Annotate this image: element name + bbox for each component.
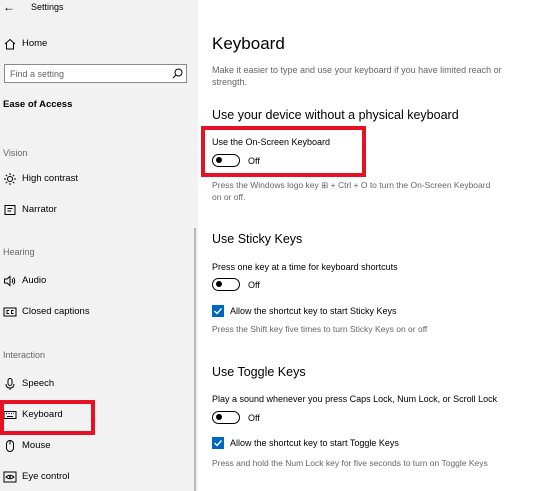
back-arrow-icon[interactable]: ← (3, 0, 15, 14)
osk-hint: Press the Windows logo key ⊞ + Ctrl + O … (212, 180, 491, 202)
nav-high-contrast-label: High contrast (22, 173, 78, 184)
mouse-icon (6, 440, 14, 452)
nav-home[interactable]: Home (0, 31, 198, 57)
nav-speech[interactable]: Speech (0, 371, 198, 397)
section-title: Ease of Access (3, 99, 73, 110)
nav-speech-label: Speech (22, 378, 55, 389)
nav-eye-control[interactable]: Eye control (0, 464, 198, 490)
checkmark-icon (214, 308, 223, 315)
nav-closed-captions-label: Closed captions (22, 306, 90, 317)
toggle-keys-hint: Press and hold the Num Lock key for five… (212, 458, 488, 468)
nav-mouse-label: Mouse (22, 440, 51, 451)
toggle-keys-heading: Use Toggle Keys (212, 365, 306, 379)
toggle-knob (216, 281, 222, 287)
sticky-toggle[interactable] (212, 278, 240, 291)
page-title: Keyboard (212, 34, 285, 53)
osk-heading: Use your device without a physical keybo… (212, 108, 459, 122)
nav-audio-label: Audio (22, 275, 47, 286)
nav-closed-captions[interactable]: Closed captions (0, 299, 198, 325)
toggle-keys-label: Play a sound whenever you press Caps Loc… (212, 394, 498, 404)
narrator-icon (4, 205, 16, 215)
group-hearing: Hearing (3, 247, 35, 257)
group-vision: Vision (3, 148, 28, 158)
toggle-keys-checkbox[interactable] (212, 437, 224, 449)
speaker-icon (4, 275, 16, 287)
home-icon (4, 38, 16, 50)
search-icon[interactable] (171, 67, 184, 80)
checkmark-icon (214, 440, 223, 447)
nav-eye-control-label: Eye control (22, 471, 70, 482)
group-interaction: Interaction (3, 350, 46, 360)
highlight-keyboard-box (0, 400, 95, 435)
search-placeholder: Find a setting (10, 69, 65, 79)
nav-audio[interactable]: Audio (0, 268, 198, 294)
cc-icon (3, 307, 17, 317)
sticky-checkbox-label: Allow the shortcut key to start Sticky K… (230, 306, 397, 316)
sticky-hint: Press the Shift key five times to turn S… (212, 324, 428, 334)
highlight-osk-box (201, 126, 366, 177)
nav-narrator[interactable]: Narrator (0, 197, 198, 223)
sticky-heading: Use Sticky Keys (212, 232, 303, 246)
nav-home-label: Home (22, 38, 48, 49)
nav-narrator-label: Narrator (22, 204, 57, 215)
sticky-label: Press one key at a time for keyboard sho… (212, 262, 398, 272)
toggle-keys-toggle[interactable] (212, 411, 240, 424)
eye-icon (3, 471, 17, 483)
sticky-checkbox[interactable] (212, 305, 224, 317)
toggle-keys-toggle-state: Off (248, 413, 260, 423)
sticky-toggle-state: Off (248, 280, 260, 290)
nav-high-contrast[interactable]: High contrast (0, 166, 198, 192)
search-input[interactable]: Find a setting (4, 64, 187, 83)
main-content: Keyboard Make it easier to type and use … (198, 0, 554, 491)
title-bar: ← Settings (0, 0, 198, 18)
brightness-icon (4, 173, 16, 185)
nav-mouse[interactable]: Mouse (0, 433, 198, 459)
toggle-knob (216, 414, 222, 420)
app-title: Settings (31, 2, 64, 12)
microphone-icon (5, 378, 15, 390)
sidebar-scrollbar[interactable] (194, 228, 196, 491)
page-description: Make it easier to type and use your keyb… (212, 65, 502, 87)
toggle-keys-checkbox-label: Allow the shortcut key to start Toggle K… (230, 438, 399, 448)
